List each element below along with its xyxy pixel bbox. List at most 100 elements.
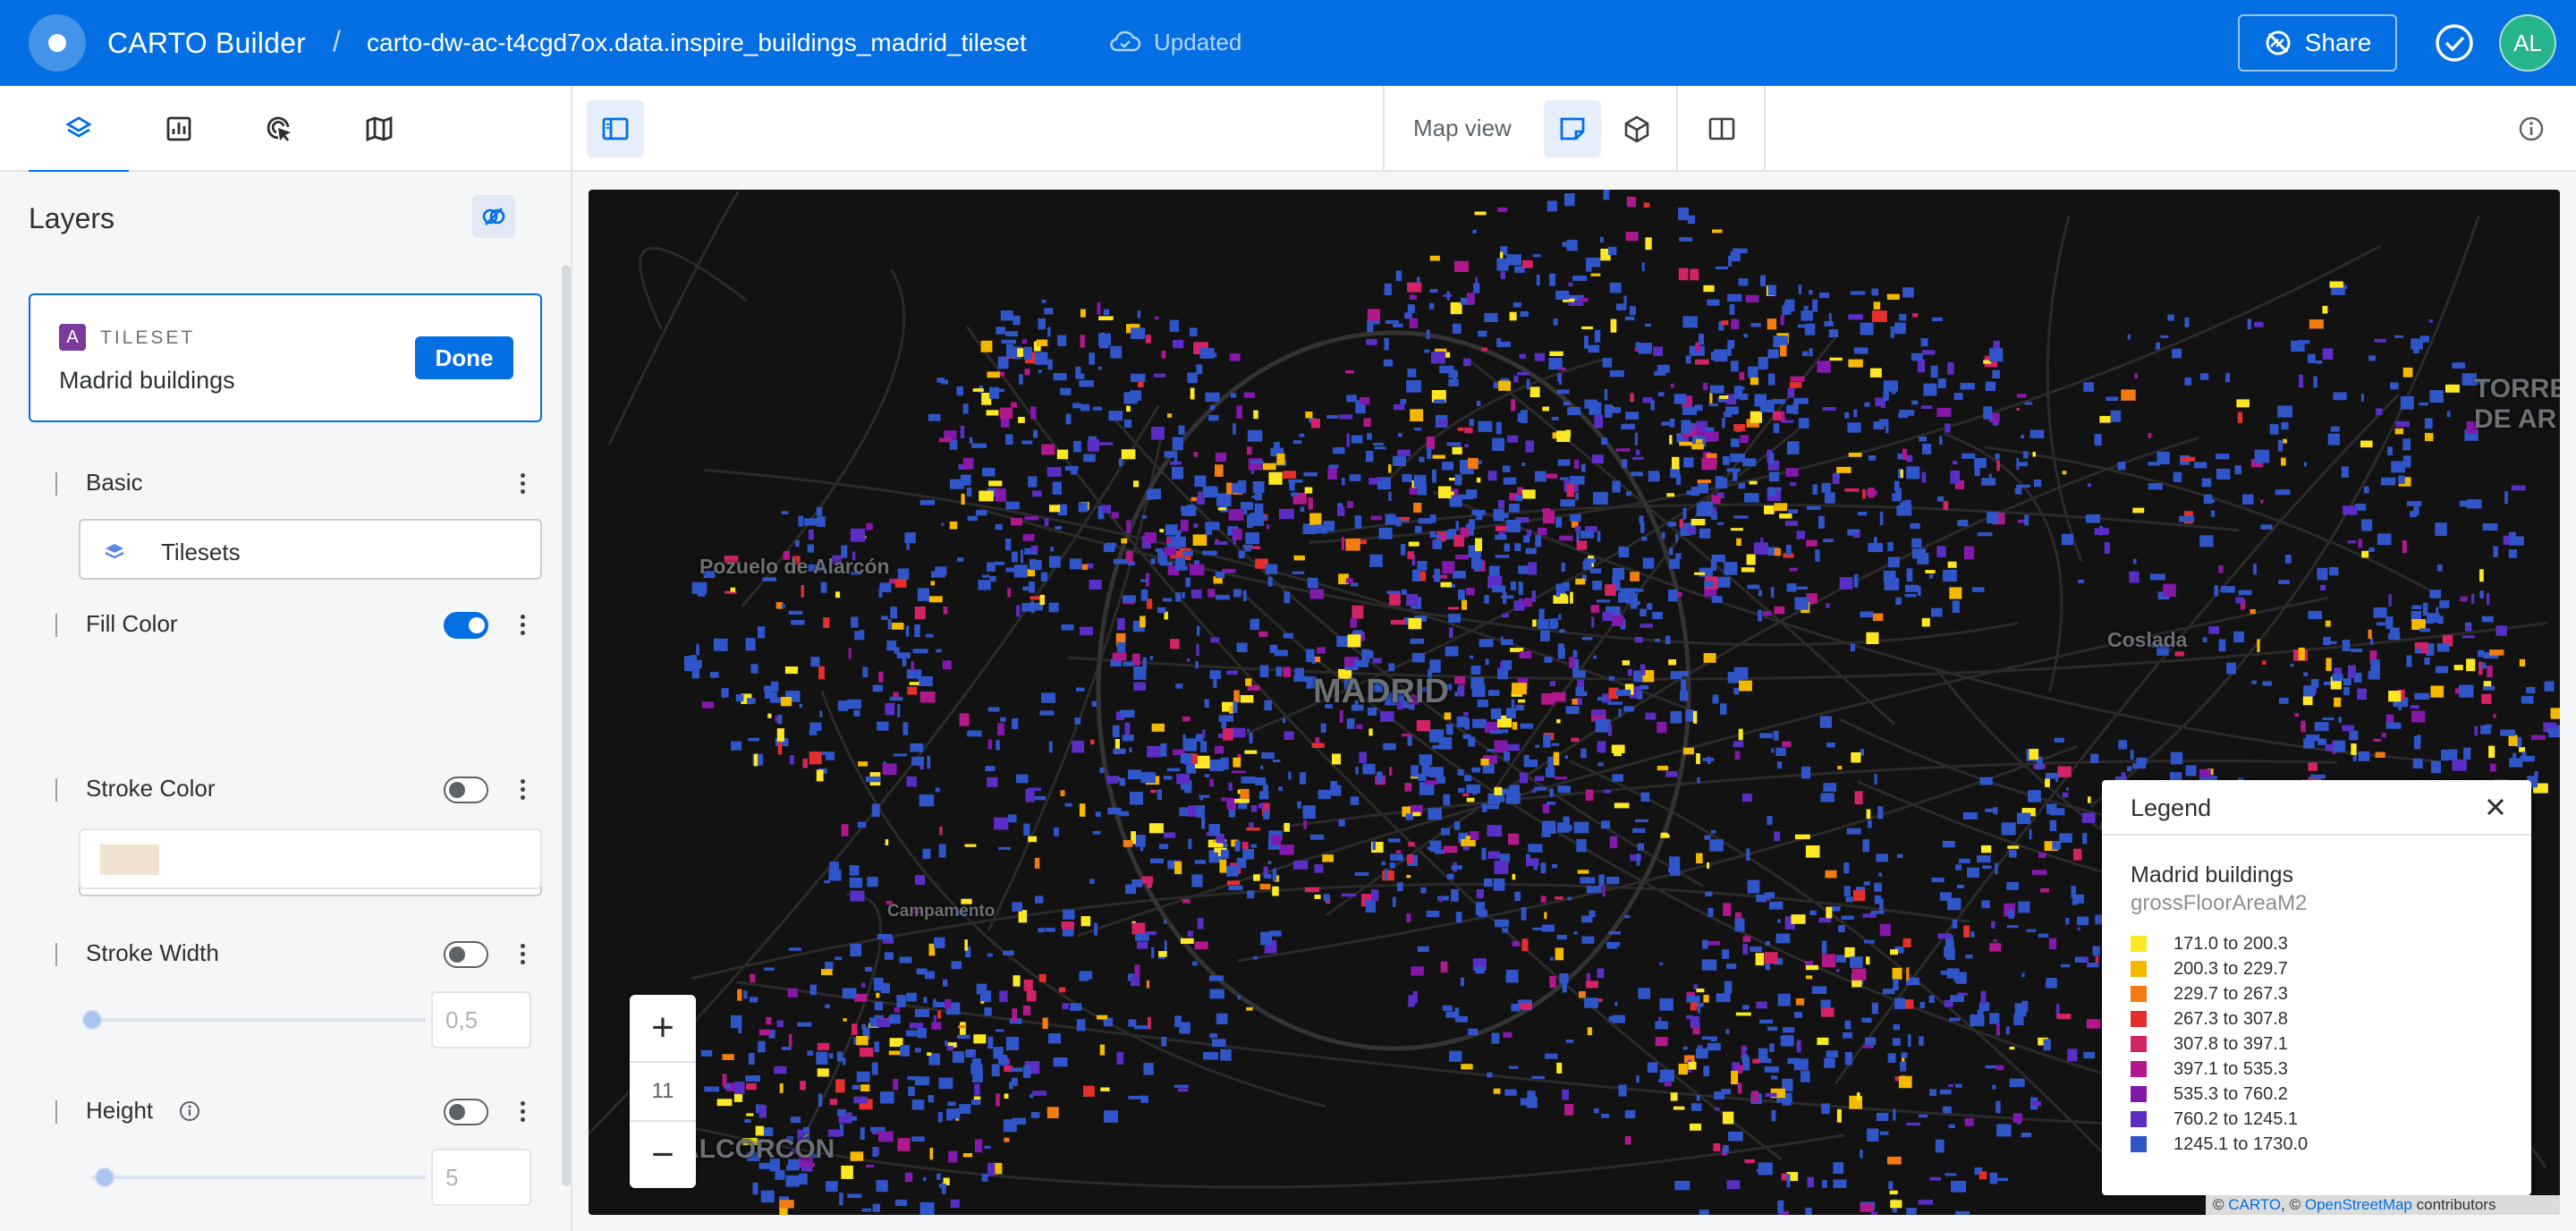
- legend-swatch: [2131, 961, 2147, 977]
- place-label-coslada: Coslada: [2107, 628, 2188, 651]
- zoom-out-button[interactable]: −: [630, 1124, 696, 1186]
- legend-item-label: 1245.1 to 1730.0: [2174, 1134, 2309, 1154]
- legend-item-label: 535.3 to 760.2: [2174, 1084, 2288, 1104]
- legend-header: Legend: [2102, 780, 2531, 836]
- tab-layers[interactable]: [29, 86, 129, 174]
- osm-link[interactable]: OpenStreetMap: [2305, 1196, 2412, 1213]
- cloud-check-icon: [1110, 30, 1141, 52]
- done-button[interactable]: Done: [415, 336, 513, 379]
- info-button[interactable]: [2510, 107, 2553, 150]
- attribution-suffix: contributors: [2416, 1196, 2496, 1213]
- zoom-level: 11: [630, 1061, 696, 1122]
- sidebar-tabs: [0, 86, 572, 174]
- stroke-color-toggle[interactable]: [444, 777, 488, 803]
- attribution-mid: , ©: [2281, 1196, 2301, 1213]
- layer-name: Madrid buildings: [59, 367, 235, 394]
- user-avatar[interactable]: AL: [2499, 14, 2556, 72]
- section-collapse-bar[interactable]: [55, 943, 57, 966]
- tileset-icon: [105, 544, 124, 559]
- cube-icon: [1624, 115, 1649, 143]
- view-2d-button[interactable]: [1544, 100, 1601, 157]
- link-layers-button[interactable]: [472, 195, 515, 238]
- section-stroke-width-label: Stroke Width: [86, 939, 219, 966]
- carto-logo[interactable]: [29, 14, 86, 72]
- zoom-control: + 11 −: [630, 995, 696, 1188]
- height-toggle[interactable]: [444, 1099, 488, 1125]
- place-label-torrejon: TORRE DE AR: [2474, 374, 2560, 434]
- height-slider[interactable]: [91, 1176, 426, 1179]
- legend-panel: Legend Madrid buildings grossFloorAreaM2…: [2102, 780, 2531, 1195]
- tab-interactions[interactable]: [229, 86, 329, 172]
- more-options-icon[interactable]: [512, 773, 533, 805]
- sidebar-scrollbar[interactable]: [562, 265, 571, 1186]
- source-value: Tilesets: [161, 539, 241, 565]
- map-name[interactable]: carto-dw-ac-t4cgd7ox.data.inspire_buildi…: [367, 29, 1027, 57]
- legend-swatch: [2131, 1011, 2147, 1027]
- section-collapse-bar[interactable]: [55, 1100, 57, 1124]
- legend-swatch: [2131, 986, 2147, 1002]
- legend-item-label: 397.1 to 535.3: [2174, 1059, 2288, 1079]
- check-circle-icon[interactable]: [2433, 21, 2476, 64]
- section-collapse-bar[interactable]: [55, 778, 57, 802]
- section-collapse-bar[interactable]: [55, 614, 57, 637]
- top-bar: CARTO Builder / carto-dw-ac-t4cgd7ox.dat…: [0, 0, 2576, 86]
- share-label: Share: [2304, 29, 2372, 56]
- place-label-campamento: Campamento: [887, 902, 996, 921]
- stroke-width-input[interactable]: 0,5: [431, 991, 531, 1048]
- close-icon[interactable]: [2481, 793, 2510, 821]
- stroke-color-swatch: [100, 845, 159, 875]
- title-separator: /: [333, 25, 341, 57]
- map-canvas[interactable]: MADRID Pozuelo de Alarcón Coslada Campam…: [589, 190, 2560, 1215]
- more-options-icon[interactable]: [512, 938, 533, 970]
- save-status: Updated: [1154, 29, 1242, 55]
- height-input[interactable]: 5: [431, 1149, 531, 1206]
- attribution-prefix: ©: [2213, 1196, 2224, 1213]
- map-icon: [366, 115, 393, 142]
- carto-link[interactable]: CARTO: [2228, 1196, 2281, 1213]
- app-title: CARTO Builder: [107, 27, 306, 59]
- layers-icon: [65, 116, 92, 138]
- legend-swatch: [2131, 1036, 2147, 1052]
- map-2d-icon: [1560, 117, 1585, 140]
- height-info-icon[interactable]: [177, 1099, 202, 1124]
- legend-item-label: 229.7 to 267.3: [2174, 984, 2288, 1004]
- stroke-width-toggle[interactable]: [444, 941, 488, 968]
- legend-item-label: 267.3 to 307.8: [2174, 1009, 2288, 1029]
- fill-color-toggle[interactable]: [444, 612, 488, 639]
- legend-swatch: [2131, 1086, 2147, 1102]
- panel-toggle-button[interactable]: [587, 100, 644, 157]
- legend-item-label: 200.3 to 229.7: [2174, 959, 2288, 979]
- legend-swatch: [2131, 1111, 2147, 1127]
- info-icon: [2519, 116, 2544, 141]
- stroke-width-slider[interactable]: [91, 1018, 426, 1022]
- more-options-icon[interactable]: [512, 467, 533, 499]
- split-view-button[interactable]: [1680, 86, 1766, 172]
- place-label-madrid: MADRID: [1313, 673, 1449, 710]
- logo-dot: [48, 34, 66, 52]
- legend-item-label: 307.8 to 397.1: [2174, 1034, 2288, 1054]
- height-slider-thumb[interactable]: [95, 1167, 114, 1187]
- legend-swatch: [2131, 1136, 2147, 1152]
- section-height-label: Height: [86, 1097, 154, 1124]
- cursor-click-icon: [267, 116, 291, 141]
- view-mode-label: Map view: [1413, 115, 1512, 141]
- tab-widgets[interactable]: [129, 86, 229, 172]
- tab-basemaps[interactable]: [329, 86, 429, 172]
- section-collapse-bar[interactable]: [55, 472, 57, 496]
- section-stroke-color-label: Stroke Color: [86, 775, 216, 802]
- layers-title: Layers: [29, 202, 115, 234]
- stroke-color-field[interactable]: [79, 828, 542, 889]
- legend-item-label: 760.2 to 1245.1: [2174, 1109, 2299, 1129]
- more-options-icon[interactable]: [512, 608, 533, 641]
- layer-card[interactable]: A TILESET Madrid buildings Done: [29, 293, 542, 422]
- share-button[interactable]: Share: [2238, 14, 2397, 72]
- section-basic-label: Basic: [86, 469, 143, 496]
- zoom-in-button[interactable]: +: [630, 997, 696, 1059]
- section-fill-color-label: Fill Color: [86, 610, 178, 637]
- view-3d-button[interactable]: [1608, 100, 1665, 157]
- more-options-icon[interactable]: [512, 1095, 533, 1127]
- source-select[interactable]: Tilesets: [79, 519, 542, 580]
- legend-item-label: 171.0 to 200.3: [2174, 934, 2288, 954]
- stroke-width-slider-thumb[interactable]: [82, 1010, 102, 1030]
- legend-attribute: grossFloorAreaM2: [2131, 891, 2308, 915]
